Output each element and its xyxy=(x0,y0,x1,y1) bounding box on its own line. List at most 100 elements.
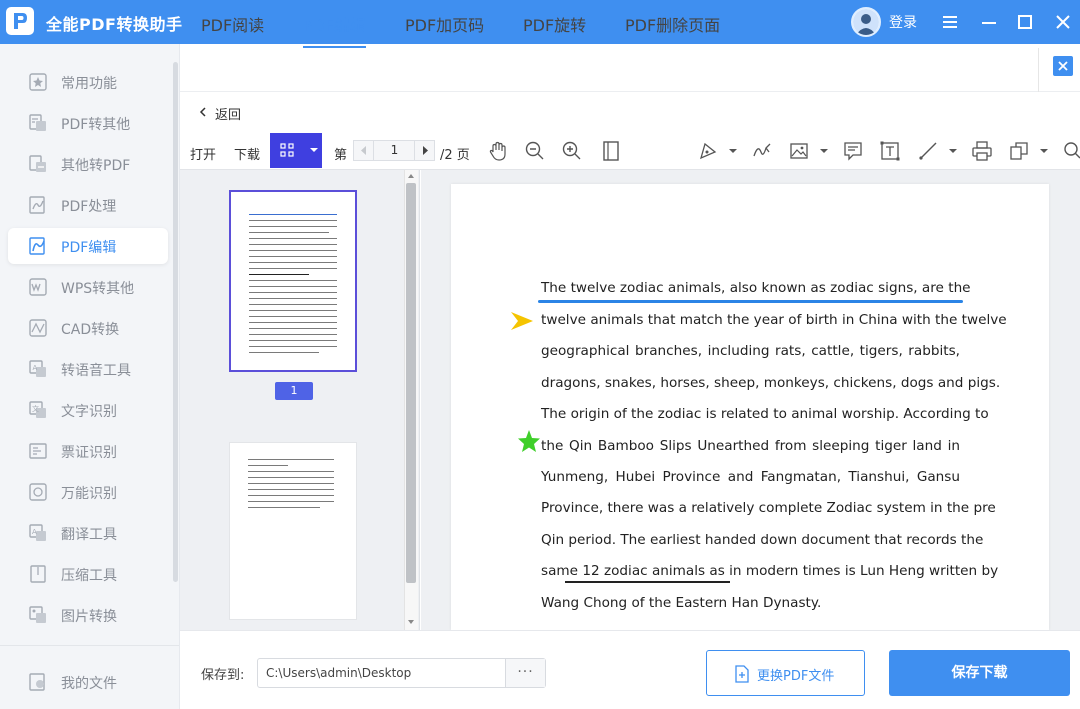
star-annotation-icon[interactable] xyxy=(517,429,541,453)
prev-page-button[interactable] xyxy=(354,141,374,160)
text-box-icon[interactable] xyxy=(879,140,901,162)
close-tab-icon[interactable] xyxy=(1053,56,1073,76)
tab-pdf-page-number[interactable]: PDF加页码 xyxy=(405,12,484,48)
print-icon[interactable] xyxy=(971,140,993,162)
sidebar-item-pdf-to-other[interactable]: PDF转其他 xyxy=(8,105,168,141)
sidebar-item-label: 票证识别 xyxy=(61,445,117,461)
document-text-line[interactable]: same 12 zodiac animals as in modern time… xyxy=(541,563,998,583)
maximize-icon[interactable] xyxy=(1011,8,1039,36)
sidebar-item-image-convert[interactable]: 图片转换 xyxy=(8,597,168,633)
document-text-line[interactable]: Wang Chong of the Eastern Han Dynasty. xyxy=(541,595,960,615)
document-text-line[interactable]: geographical branches, including rats, c… xyxy=(541,343,960,363)
sidebar-scrollbar[interactable] xyxy=(173,62,178,582)
thumb-text-line xyxy=(249,322,337,323)
sidebar-item-ocr-text[interactable]: 文 文字识别 xyxy=(8,392,168,428)
chevron-down-icon[interactable] xyxy=(820,149,828,153)
sidebar-item-common[interactable]: 常用功能 xyxy=(8,64,168,100)
document-text-line[interactable]: The origin of the zodiac is related to a… xyxy=(541,406,989,426)
sidebar-item-label: 万能识别 xyxy=(61,486,117,502)
close-icon[interactable] xyxy=(1049,8,1077,36)
search-icon[interactable] xyxy=(1062,140,1080,162)
sidebar-item-cad[interactable]: CAD转换 xyxy=(8,310,168,346)
thumb-text-line xyxy=(249,304,337,305)
sidebar: 常用功能 PDF转其他 其他转PDF PDF处理 PDF编辑 WPS转其他 CA… xyxy=(0,44,180,709)
chevron-down-icon[interactable] xyxy=(729,149,737,153)
thumb-text-line xyxy=(248,507,320,508)
chevron-down-icon[interactable] xyxy=(949,149,957,153)
document-text-line[interactable]: Yunmeng, Hubei Province and Fangmatan, T… xyxy=(541,469,960,489)
signature-icon[interactable] xyxy=(751,140,773,162)
zoom-out-icon[interactable] xyxy=(524,140,546,162)
tab-pdf-delete-page[interactable]: PDF删除页面 xyxy=(625,12,720,48)
download-button[interactable]: 下载 xyxy=(234,144,260,163)
thumbnail-scroll-thumb[interactable] xyxy=(406,183,416,583)
sidebar-item-label: 翻译工具 xyxy=(61,527,117,543)
document-text-line[interactable]: the Qin Bamboo Slips Unearthed from slee… xyxy=(541,438,960,458)
sidebar-item-pdf-process[interactable]: PDF处理 xyxy=(8,187,168,223)
thumb-text-line xyxy=(249,298,337,299)
pen-icon[interactable] xyxy=(697,140,719,162)
back-button[interactable]: 返回 xyxy=(215,104,241,123)
document-text-line[interactable]: Province, there was a relatively complet… xyxy=(541,500,996,520)
open-button[interactable]: 打开 xyxy=(190,144,216,163)
sidebar-item-universal-ocr[interactable]: 万能识别 xyxy=(8,474,168,510)
sidebar-item-voice[interactable]: A 转语音工具 xyxy=(8,351,168,387)
page-thumbnail-1[interactable] xyxy=(229,190,357,372)
sidebar-item-label: CAD转换 xyxy=(61,322,120,338)
ink-underline[interactable] xyxy=(565,581,730,583)
thumb-text-line xyxy=(249,280,337,281)
browse-button[interactable]: ··· xyxy=(505,659,545,687)
zoom-in-icon[interactable] xyxy=(561,140,583,162)
thumb-text-line xyxy=(249,214,337,215)
scroll-down-icon[interactable] xyxy=(406,618,416,626)
chevron-down-icon[interactable] xyxy=(1040,149,1048,153)
save-path-field[interactable]: C:\Users\admin\Desktop ··· xyxy=(257,658,546,688)
next-page-button[interactable] xyxy=(414,141,434,160)
sidebar-item-pdf-edit[interactable]: PDF编辑 xyxy=(8,228,168,264)
hand-icon[interactable] xyxy=(487,140,509,162)
sidebar-item-wps-to-other[interactable]: WPS转其他 xyxy=(8,269,168,305)
document-text-line[interactable]: Qin period. The earliest handed down doc… xyxy=(541,532,983,552)
shape-icon[interactable] xyxy=(1008,140,1030,162)
ocr-text-icon: 文 xyxy=(29,401,46,418)
thumb-text-line xyxy=(248,471,334,472)
scroll-up-icon[interactable] xyxy=(406,172,416,180)
tab-pdf-rotate[interactable]: PDF旋转 xyxy=(523,12,586,48)
document-text-line[interactable]: twelve animals that match the year of bi… xyxy=(541,312,1007,332)
tab-pdf-read[interactable]: PDF阅读 xyxy=(201,12,264,48)
thumb-text-line xyxy=(249,328,337,329)
sidebar-item-my-files[interactable]: 我的文件 xyxy=(8,664,168,700)
document-text-line[interactable]: dragons, snakes, horses, sheep, monkeys,… xyxy=(541,375,1000,395)
svg-text:A: A xyxy=(33,364,38,372)
image-insert-icon[interactable] xyxy=(788,140,810,162)
avatar[interactable] xyxy=(851,7,881,37)
document-text-line[interactable]: The twelve zodiac animals, also known as… xyxy=(541,280,971,300)
sidebar-item-ticket[interactable]: 票证识别 xyxy=(8,433,168,469)
note-icon[interactable] xyxy=(842,140,864,162)
line-icon[interactable] xyxy=(917,140,939,162)
menu-icon[interactable] xyxy=(936,8,964,36)
current-page-input[interactable]: 1 xyxy=(375,143,414,157)
sidebar-item-label: 图片转换 xyxy=(61,609,117,625)
thumbnail-view-button[interactable] xyxy=(270,133,322,168)
page-thumbnail-2[interactable] xyxy=(229,442,357,620)
replace-pdf-button[interactable]: 更换PDF文件 xyxy=(706,650,865,696)
thumb-text-line xyxy=(249,262,337,263)
highlight-underline[interactable] xyxy=(538,300,963,303)
tab-pdf-edit[interactable]: PDF编辑 xyxy=(303,12,367,48)
thumb-text-line xyxy=(249,352,319,353)
save-download-button[interactable]: 保存下载 xyxy=(889,650,1070,696)
page-number-badge: 1 xyxy=(275,382,313,400)
sidebar-item-label: 压缩工具 xyxy=(61,568,117,584)
login-link[interactable]: 登录 xyxy=(889,12,917,32)
star-box-icon xyxy=(29,73,47,91)
thumb-text-line xyxy=(249,244,337,245)
fit-page-icon[interactable] xyxy=(600,140,622,162)
sidebar-item-translate[interactable]: A 翻译工具 xyxy=(8,515,168,551)
sidebar-item-other-to-pdf[interactable]: 其他转PDF xyxy=(8,146,168,182)
chevron-left-icon[interactable] xyxy=(198,105,208,119)
sidebar-item-compress[interactable]: 压缩工具 xyxy=(8,556,168,592)
arrow-annotation-icon[interactable] xyxy=(510,311,534,331)
thumb-text-line xyxy=(249,310,337,311)
minimize-icon[interactable] xyxy=(975,8,1003,36)
